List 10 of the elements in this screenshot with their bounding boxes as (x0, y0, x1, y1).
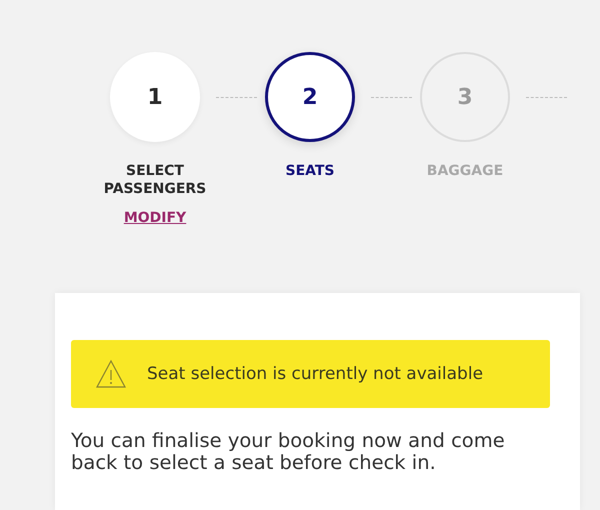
step-circle: 1 (110, 52, 200, 142)
step-label: SELECT PASSENGERS (102, 162, 208, 198)
warning-message: Seat selection is currently not available (147, 364, 484, 384)
modify-link[interactable]: MODIFY (124, 210, 186, 226)
info-text: You can finalise your booking now and come back to select a seat before check in. (71, 430, 506, 474)
step-label: BAGGAGE (426, 162, 504, 180)
warning-icon (95, 359, 127, 389)
step-label: SEATS (285, 162, 335, 180)
step-circle: 2 (265, 52, 355, 142)
step-circle: 3 (420, 52, 510, 142)
